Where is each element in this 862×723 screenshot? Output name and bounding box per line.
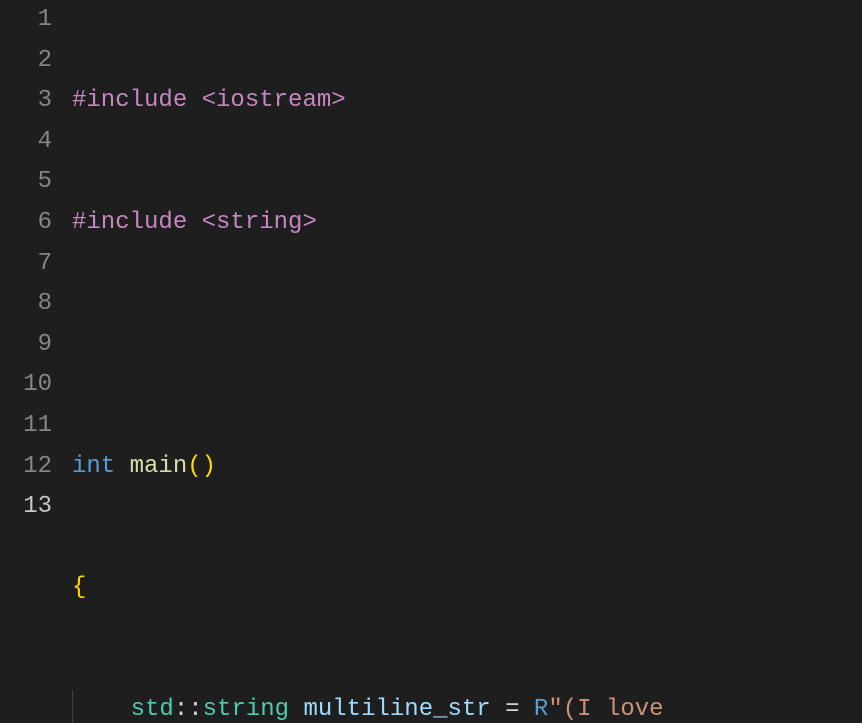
tok-include-target: <string> — [187, 209, 317, 236]
tok-identifier: multiline_str — [303, 696, 490, 723]
tok-space — [115, 453, 129, 480]
tok-raw-prefix: R — [534, 696, 548, 723]
line-number: 8 — [0, 284, 52, 325]
tok-space — [491, 696, 505, 723]
indent-guide — [72, 690, 73, 723]
tok-space — [520, 696, 534, 723]
line-number: 9 — [0, 325, 52, 366]
tok-include-target: <iostream> — [187, 87, 345, 114]
line-number: 7 — [0, 244, 52, 285]
line-number: 5 — [0, 162, 52, 203]
code-line: int main() — [72, 447, 862, 488]
code-line: { — [72, 568, 862, 609]
tok-op: = — [505, 696, 519, 723]
tok-string: I love — [577, 696, 678, 723]
tok-op: :: — [174, 696, 203, 723]
tok-string: "( — [548, 696, 577, 723]
code-line: #include <string> — [72, 203, 862, 244]
line-number: 12 — [0, 447, 52, 488]
code-editor[interactable]: 1 2 3 4 5 6 7 8 9 10 11 12 13 #include <… — [0, 0, 862, 723]
tok-include: #include — [72, 209, 187, 236]
tok-keyword: int — [72, 453, 115, 480]
line-number: 11 — [0, 406, 52, 447]
tok-paren: ( — [187, 453, 201, 480]
line-number: 1 — [0, 0, 52, 41]
editor-root: 1 2 3 4 5 6 7 8 9 10 11 12 13 #include <… — [0, 0, 862, 723]
tok-space — [289, 696, 303, 723]
line-gutter: 1 2 3 4 5 6 7 8 9 10 11 12 13 — [0, 0, 72, 723]
code-content[interactable]: #include <iostream> #include <string> in… — [72, 0, 862, 723]
line-number: 10 — [0, 365, 52, 406]
tok-include: #include — [72, 87, 187, 114]
tok-type: string — [203, 696, 289, 723]
line-number: 13 — [0, 487, 52, 528]
tok-namespace: std — [131, 696, 174, 723]
line-number: 6 — [0, 203, 52, 244]
line-number: 2 — [0, 41, 52, 82]
code-line — [72, 325, 862, 366]
code-line: #include <iostream> — [72, 81, 862, 122]
tok-brace: { — [72, 574, 86, 601]
code-line: std::string multiline_str = R"(I love — [72, 690, 862, 723]
tok-paren: ) — [202, 453, 216, 480]
tok-function: main — [130, 453, 188, 480]
line-number: 4 — [0, 122, 52, 163]
line-number: 3 — [0, 81, 52, 122]
